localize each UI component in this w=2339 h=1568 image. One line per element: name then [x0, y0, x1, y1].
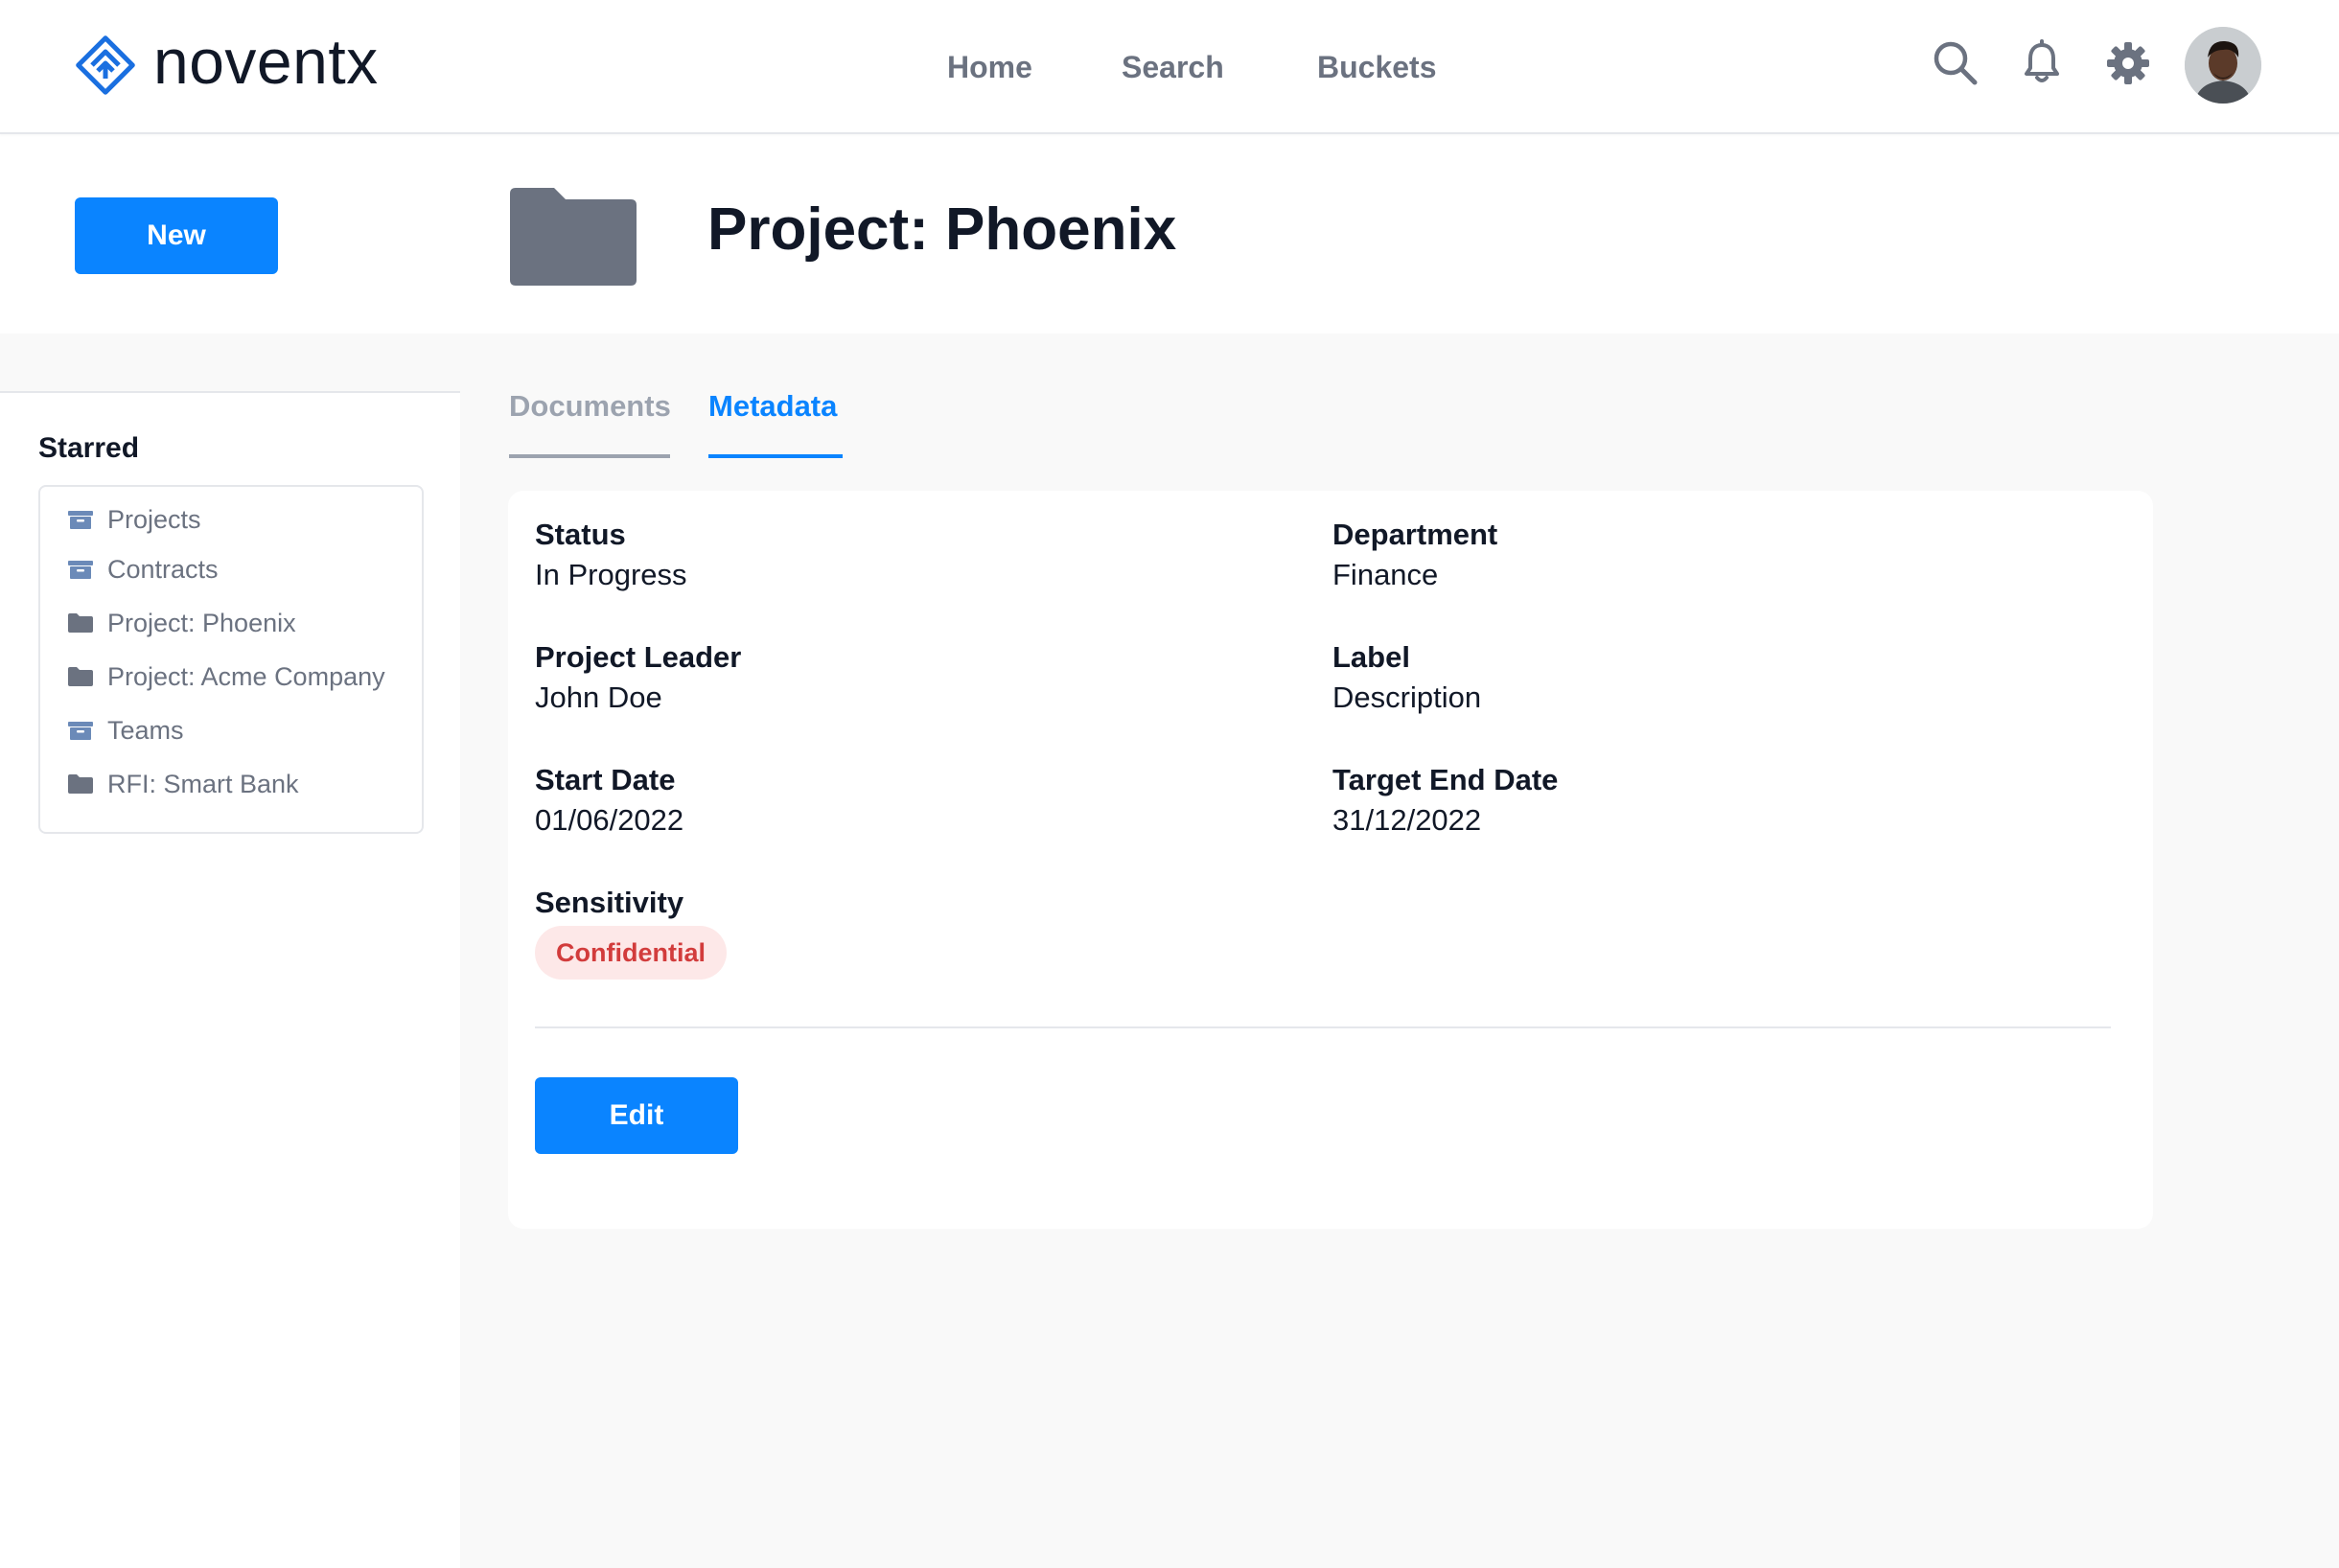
sidebar-item-label: RFI: Smart Bank — [107, 769, 299, 798]
sensitivity-badge: Confidential — [535, 926, 727, 980]
folder-icon — [506, 186, 640, 288]
status-value: In Progress — [535, 558, 687, 591]
department-value: Finance — [1332, 558, 1439, 591]
archive-box-icon — [68, 561, 93, 579]
label-value: Description — [1332, 680, 1482, 714]
status-label: Status — [535, 518, 626, 551]
sidebar-item-project-phoenix[interactable]: Project: Phoenix — [67, 604, 296, 642]
sidebar-top-strip — [0, 334, 460, 393]
sidebar-item-label: Project: Acme Company — [107, 661, 385, 691]
metadata-card — [508, 491, 2153, 1229]
folder-icon — [68, 613, 93, 633]
archive-box-icon — [68, 722, 93, 740]
start-date-value: 01/06/2022 — [535, 803, 684, 837]
sidebar-item-rfi-smart-bank[interactable]: RFI: Smart Bank — [67, 765, 299, 803]
search-icon[interactable] — [1931, 38, 1980, 88]
tab-metadata-underline — [708, 454, 843, 458]
starred-heading: Starred — [38, 432, 140, 464]
sidebar-item-label: Teams — [107, 715, 184, 745]
sidebar-item-label: Contracts — [107, 554, 219, 584]
sensitivity-label: Sensitivity — [535, 886, 684, 919]
folder-icon — [68, 774, 93, 794]
new-button[interactable]: New — [75, 197, 278, 274]
starred-list: Projects Contracts Project: Phoenix Proj… — [38, 485, 424, 834]
sidebar-item-label: Projects — [107, 504, 201, 534]
sidebar-item-teams[interactable]: Teams — [67, 711, 184, 749]
archive-box-icon — [68, 511, 93, 529]
tab-documents[interactable]: Documents — [509, 387, 671, 426]
sidebar-item-project-acme[interactable]: Project: Acme Company — [67, 657, 385, 696]
start-date-label: Start Date — [535, 763, 676, 796]
project-leader-label: Project Leader — [535, 640, 742, 674]
sidebar-item-label: Project: Phoenix — [107, 608, 296, 637]
bell-icon[interactable] — [2017, 38, 2067, 88]
tab-documents-underline — [509, 454, 670, 458]
sidebar-item-projects[interactable]: Projects — [67, 500, 201, 539]
top-navigation-bar: noventx Home Search Buckets — [0, 0, 2339, 134]
nav-buckets[interactable]: Buckets — [1317, 48, 1437, 86]
gear-icon[interactable] — [2103, 38, 2153, 88]
target-end-date-label: Target End Date — [1332, 763, 1559, 796]
card-divider — [535, 1026, 2111, 1028]
nav-search[interactable]: Search — [1122, 48, 1224, 86]
nav-home[interactable]: Home — [947, 48, 1032, 86]
project-leader-value: John Doe — [535, 680, 662, 714]
logo-wordmark[interactable]: noventx — [153, 27, 379, 96]
department-label: Department — [1332, 518, 1498, 551]
edit-button[interactable]: Edit — [535, 1077, 738, 1154]
noventx-logo-icon[interactable] — [73, 33, 138, 98]
user-avatar[interactable] — [2185, 27, 2261, 104]
target-end-date-value: 31/12/2022 — [1332, 803, 1482, 837]
folder-icon — [68, 667, 93, 686]
label-label: Label — [1332, 640, 1410, 674]
tab-metadata[interactable]: Metadata — [708, 387, 837, 426]
page-title: Project: Phoenix — [707, 196, 1177, 263]
sidebar-item-contracts[interactable]: Contracts — [67, 550, 219, 588]
